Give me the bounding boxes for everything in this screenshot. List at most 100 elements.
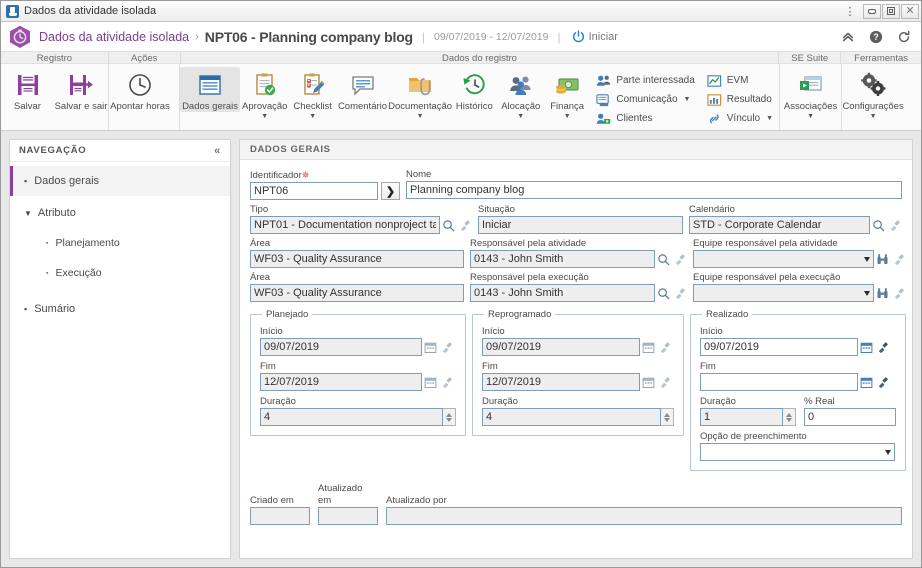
calendario-clear-icon[interactable] — [886, 216, 902, 234]
reprogramado-inicio-input[interactable] — [482, 338, 640, 356]
settings-button[interactable]: Configurações ▼ — [842, 67, 904, 120]
planejado-duracao-input[interactable] — [260, 408, 443, 426]
nome-input[interactable] — [406, 181, 902, 199]
clients-button[interactable]: Clientes — [596, 111, 694, 126]
responsavel-atividade-input[interactable] — [470, 250, 655, 268]
realizado-inicio-calendar-icon[interactable] — [858, 338, 874, 356]
minimize-button[interactable] — [863, 3, 881, 19]
planejado-inicio-calendar-icon[interactable] — [422, 338, 438, 356]
opcao-preenchimento-dropdown[interactable] — [700, 443, 895, 461]
calendario-input[interactable] — [689, 216, 871, 234]
realizado-fim-calendar-icon[interactable] — [858, 373, 874, 391]
realizado-fim-input[interactable] — [700, 373, 858, 391]
window-menu-button[interactable]: ⋮ — [841, 5, 859, 18]
percent-real-input[interactable] — [804, 408, 896, 426]
planejado-fim-input[interactable] — [260, 373, 422, 391]
reprogramado-inicio-calendar-icon[interactable] — [640, 338, 656, 356]
approval-button[interactable]: Aprovação ▼ — [240, 67, 289, 120]
save-and-exit-button[interactable]: Salvar e sair — [54, 67, 108, 112]
equipe-execucao-clear-icon[interactable] — [890, 284, 906, 302]
realizado-inicio-clear-icon[interactable] — [874, 338, 890, 356]
identificador-input[interactable] — [250, 182, 378, 200]
chevron-down-icon[interactable]: ▼ — [417, 113, 424, 120]
sidebar-item-atributo[interactable]: ▼ Atributo — [10, 198, 230, 228]
stakeholder-button[interactable]: Parte interessada — [596, 73, 695, 88]
reprogramado-duracao-stepper[interactable] — [661, 408, 674, 426]
allocation-button[interactable]: Alocação ▼ — [498, 67, 544, 120]
planejado-fim-wrap — [260, 373, 456, 391]
header-divider-2: | — [557, 29, 561, 44]
close-button[interactable]: ✕ — [901, 3, 919, 19]
identificador-next-button[interactable]: ❯ — [381, 182, 400, 200]
chevron-down-icon[interactable]: ▼ — [766, 115, 773, 122]
bullet-icon: ▪ — [46, 239, 49, 247]
tipo-search-icon[interactable] — [440, 216, 456, 234]
breadcrumb-root[interactable]: Dados da atividade isolada — [39, 30, 189, 44]
realizado-inicio-input[interactable] — [700, 338, 858, 356]
equipe-atividade-dropdown[interactable] — [693, 250, 875, 268]
chevron-up-icon[interactable] — [841, 30, 855, 44]
calendario-search-icon[interactable] — [870, 216, 886, 234]
sidebar-item-execucao[interactable]: ▪ Execução — [10, 258, 230, 288]
equipe-execucao-dropdown[interactable] — [693, 284, 875, 302]
start-activity-button[interactable]: Iniciar — [572, 30, 618, 43]
equipe-execucao-input-wrap — [693, 284, 906, 302]
responsavel-atividade-search-icon[interactable] — [655, 250, 671, 268]
chevron-down-icon[interactable]: ▼ — [564, 113, 571, 120]
reprogramado-duracao-input[interactable] — [482, 408, 661, 426]
planejado-inicio-clear-icon[interactable] — [438, 338, 454, 356]
finance-button[interactable]: Finança ▼ — [544, 67, 590, 120]
stepper-up-icon — [446, 412, 452, 417]
equipe-atividade-binoculars-icon[interactable] — [874, 250, 890, 268]
general-data-button[interactable]: Dados gerais — [180, 67, 241, 112]
maximize-button[interactable] — [882, 3, 900, 19]
chevron-down-icon[interactable]: ▼ — [684, 96, 691, 103]
sidebar-item-label: Atributo — [37, 207, 76, 219]
communication-button[interactable]: Comunicação ▼ — [596, 92, 694, 107]
report-hours-button[interactable]: Apontar horas — [109, 67, 171, 112]
reprogramado-fim-calendar-icon[interactable] — [640, 373, 656, 391]
save-and-exit-label: Salvar e sair — [54, 101, 108, 112]
reprogramado-fim-input[interactable] — [482, 373, 640, 391]
equipe-execucao-binoculars-icon[interactable] — [874, 284, 890, 302]
responsavel-execucao-search-icon[interactable] — [655, 284, 671, 302]
evm-button[interactable]: EVM — [707, 73, 773, 88]
sidebar-item-planejamento[interactable]: ▪ Planejamento — [10, 228, 230, 258]
planejado-fim-calendar-icon[interactable] — [422, 373, 438, 391]
settings-label: Configurações — [842, 101, 904, 112]
associations-button[interactable]: Associações ▼ — [780, 67, 841, 120]
tipo-clear-icon[interactable] — [456, 216, 472, 234]
result-button[interactable]: Resultado — [707, 92, 773, 107]
chevron-down-icon[interactable]: ▼ — [309, 113, 316, 120]
planejado-duracao-stepper[interactable] — [443, 408, 456, 426]
sidebar-item-dados-gerais[interactable]: ▪ Dados gerais — [10, 166, 230, 196]
tipo-input[interactable] — [250, 216, 441, 234]
save-button[interactable]: Salvar — [1, 67, 54, 112]
documentation-button[interactable]: Documentação ▼ — [388, 67, 452, 120]
chevron-down-icon[interactable]: ▼ — [870, 113, 877, 120]
realizado-duracao-stepper[interactable] — [783, 408, 796, 426]
sidebar-item-sumario[interactable]: ▪ Sumário — [10, 294, 230, 324]
chevron-down-icon[interactable]: ▼ — [261, 113, 268, 120]
link-button[interactable]: Vínculo ▼ — [707, 111, 773, 126]
responsavel-execucao-input[interactable] — [470, 284, 655, 302]
help-icon[interactable]: ? — [869, 30, 883, 44]
reprogramado-inicio-clear-icon[interactable] — [656, 338, 672, 356]
realizado-legend: Realizado — [706, 309, 749, 320]
collapse-navigation-icon[interactable]: « — [214, 145, 221, 157]
history-button[interactable]: Histórico — [451, 67, 497, 112]
responsavel-atividade-clear-icon[interactable] — [671, 250, 687, 268]
refresh-icon[interactable] — [897, 30, 911, 44]
planejado-inicio-input[interactable] — [260, 338, 422, 356]
equipe-atividade-clear-icon[interactable] — [890, 250, 906, 268]
comment-button[interactable]: Comentário — [336, 67, 389, 112]
planejado-fim-clear-icon[interactable] — [438, 373, 454, 391]
checklist-button[interactable]: Checklist ▼ — [289, 67, 335, 120]
reprogramado-fim-clear-icon[interactable] — [656, 373, 672, 391]
chevron-down-icon[interactable]: ▼ — [517, 113, 524, 120]
equipe-atividade-input-wrap — [693, 250, 906, 268]
realizado-fim-clear-icon[interactable] — [874, 373, 890, 391]
responsavel-execucao-clear-icon[interactable] — [671, 284, 687, 302]
chevron-down-icon[interactable]: ▼ — [807, 113, 814, 120]
chevron-down-icon — [864, 256, 871, 262]
